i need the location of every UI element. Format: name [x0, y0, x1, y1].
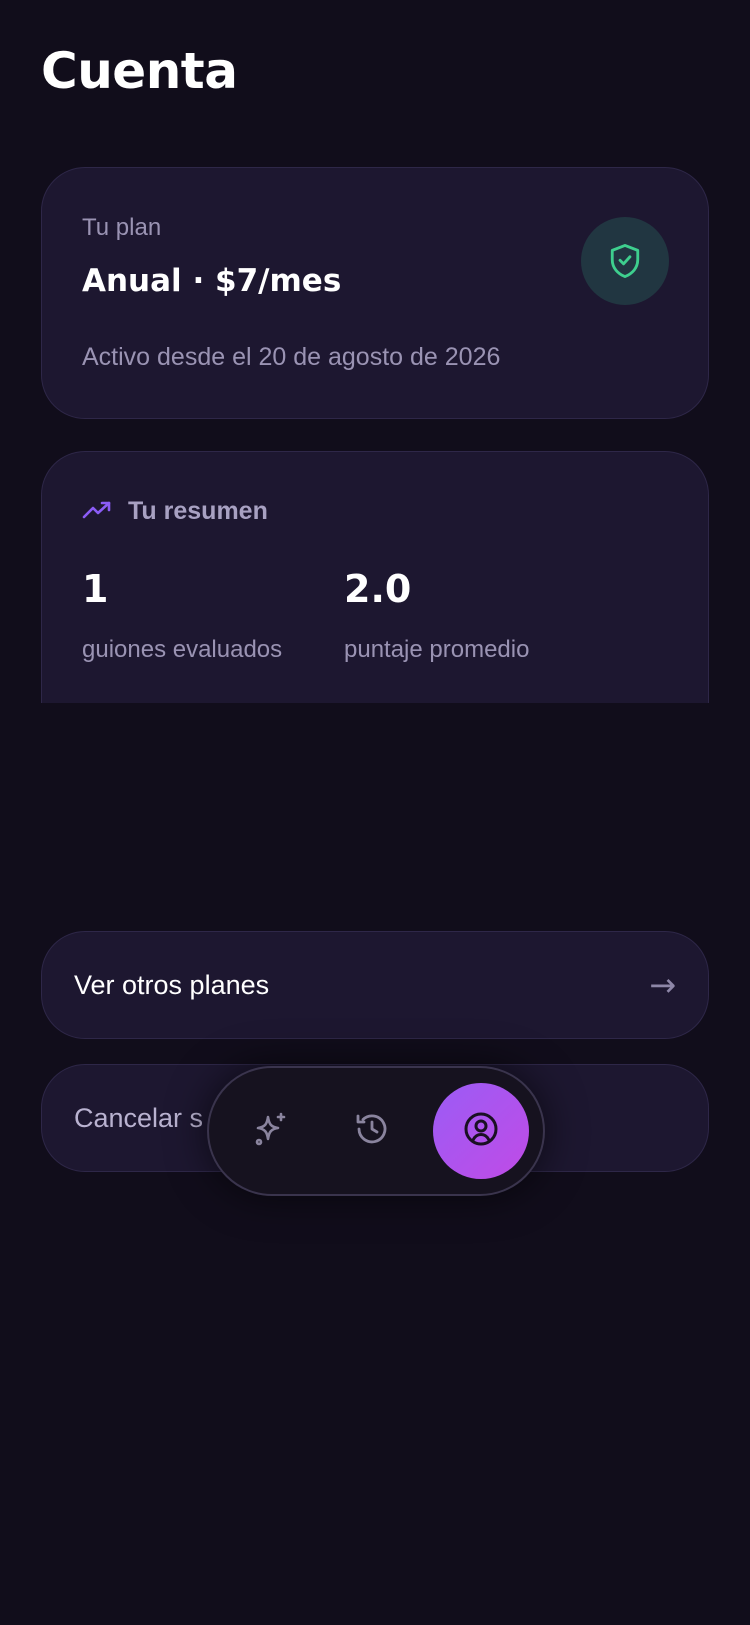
stat-label: guiones evaluados: [82, 636, 283, 663]
stat-value: 1: [82, 567, 109, 611]
sparkles-icon: [251, 1109, 291, 1153]
stat-label: puntaje promedio: [344, 636, 530, 663]
summary-card: Tu resumen 1 guiones evaluados 2.0 punta…: [41, 451, 709, 703]
stat-value: 2.0: [344, 567, 412, 611]
plan-active-since: Activo desde el 20 de agosto de 2026: [82, 343, 501, 371]
tab-generate[interactable]: [223, 1083, 319, 1179]
page-title: Cuenta: [41, 42, 238, 100]
other-plans-label: Ver otros planes: [74, 969, 270, 1000]
shield-check-icon: [581, 217, 669, 305]
tab-account[interactable]: [433, 1083, 529, 1179]
summary-title: Tu resumen: [128, 497, 268, 525]
stat-average-score: 2.0 puntaje promedio: [344, 570, 529, 664]
stat-scripts-evaluated: 1 guiones evaluados: [82, 570, 282, 664]
plan-name: Anual · $7/mes: [82, 263, 342, 299]
tab-history[interactable]: [324, 1083, 420, 1179]
trending-up-icon: [82, 499, 112, 525]
user-circle-icon: [461, 1109, 501, 1153]
summary-header: Tu resumen: [82, 497, 268, 526]
bottom-tab-bar: [207, 1066, 545, 1196]
plan-card: Tu plan Anual · $7/mes Activo desde el 2…: [41, 167, 709, 419]
history-icon: [353, 1110, 391, 1152]
plan-label: Tu plan: [82, 214, 162, 241]
arrow-right-icon: →: [649, 966, 676, 1004]
other-plans-button[interactable]: Ver otros planes →: [41, 931, 709, 1039]
